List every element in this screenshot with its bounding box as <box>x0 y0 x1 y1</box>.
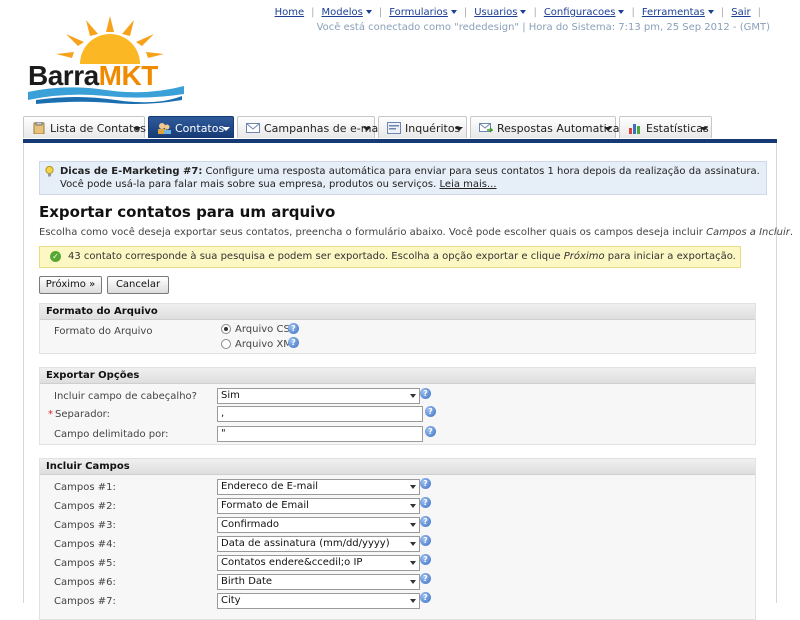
help-icon[interactable]: ? <box>288 323 299 334</box>
help-icon[interactable]: ? <box>420 388 431 399</box>
chevron-down-icon <box>700 127 708 131</box>
check-icon: ✓ <box>50 251 61 262</box>
field-row: Campos #5: Contatos endere&ccedil;o IP ? <box>40 554 755 574</box>
enclosed-row: Campo delimitado por: " ? <box>40 426 755 445</box>
chevron-down-icon <box>222 127 230 131</box>
envelope-icon <box>246 123 260 133</box>
chevron-down-icon <box>365 10 372 14</box>
field-label: Campos #7: <box>54 596 116 607</box>
help-icon[interactable]: ? <box>420 497 431 508</box>
field-row: Campos #4: Data de assinatura (mm/dd/yyy… <box>40 535 755 555</box>
main-content: Dicas de E-Marketing #7: Configure uma r… <box>23 143 793 620</box>
help-icon[interactable]: ? <box>420 516 431 527</box>
top-navigation: Home | Modelos | Formularios | Usuarios | Config… <box>274 7 761 18</box>
field-select-5[interactable]: Contatos endere&ccedil;o IP <box>217 555 420 571</box>
include-fields-section: Incluir Campos Campos #1: Endereco de E-… <box>39 458 756 620</box>
help-icon[interactable]: ? <box>420 554 431 565</box>
chevron-down-icon <box>450 10 457 14</box>
page-title: Exportar contatos para um arquivo <box>39 203 336 221</box>
export-options-section: Exportar Opções Incluir campo de cabeçal… <box>39 367 756 445</box>
field-row: Campos #3: Confirmado ? <box>40 516 755 536</box>
enclosed-input[interactable]: " <box>217 426 423 442</box>
help-icon[interactable]: ? <box>420 592 431 603</box>
next-button[interactable]: Próximo » <box>39 276 102 294</box>
section-header: Formato do Arquivo <box>40 304 755 320</box>
nav-ferramentas[interactable]: Ferramentas <box>642 7 714 18</box>
section-header: Incluir Campos <box>40 459 755 475</box>
field-select-2[interactable]: Formato de Email <box>217 498 420 514</box>
chevron-down-icon <box>410 485 416 489</box>
field-select-6[interactable]: Birth Date <box>217 574 420 590</box>
chevron-down-icon <box>133 127 141 131</box>
chevron-down-icon <box>410 580 416 584</box>
chevron-down-icon <box>604 127 612 131</box>
chevron-down-icon <box>455 127 463 131</box>
field-row: Campos #2: Formato de Email ? <box>40 497 755 517</box>
bar-chart-icon <box>629 124 640 134</box>
users-icon <box>158 123 171 134</box>
nav-formularios[interactable]: Formularios <box>389 7 457 18</box>
help-icon[interactable]: ? <box>425 426 436 437</box>
tip-banner: Dicas de E-Marketing #7: Configure uma r… <box>39 161 767 195</box>
field-row: Campos #6: Birth Date ? <box>40 573 755 593</box>
tab-estatisticas[interactable]: Estatísticas <box>619 116 712 138</box>
nav-modelos[interactable]: Modelos <box>321 7 372 18</box>
chevron-down-icon <box>410 542 416 546</box>
field-select-1[interactable]: Endereco de E-mail <box>217 479 420 495</box>
format-row: Formato do Arquivo <box>54 326 153 337</box>
nav-home[interactable]: Home <box>275 7 305 18</box>
success-notice: ✓ 43 contato corresponde à sua pesquisa … <box>39 246 741 268</box>
chevron-down-icon <box>520 10 527 14</box>
include-header-select[interactable]: Sim <box>217 388 420 404</box>
chevron-down-icon <box>410 523 416 527</box>
separator-input[interactable]: , <box>217 406 423 422</box>
chevron-down-icon <box>618 10 625 14</box>
help-icon[interactable]: ? <box>420 573 431 584</box>
cancel-button[interactable]: Cancelar <box>107 276 169 294</box>
chevron-down-icon <box>410 561 416 565</box>
chevron-down-icon <box>410 504 416 508</box>
help-icon[interactable]: ? <box>420 535 431 546</box>
tab-lista-de-contatos[interactable]: Lista de Contatos <box>23 116 146 138</box>
help-icon[interactable]: ? <box>420 478 431 489</box>
radio-xml[interactable] <box>221 339 231 349</box>
tab-contatos[interactable]: Contatos <box>148 116 234 138</box>
autoresponder-icon <box>479 123 493 133</box>
tab-inqueritos[interactable]: Inquéritos <box>378 116 467 138</box>
separator-row: * Separador: , ? <box>40 406 755 425</box>
read-more-link[interactable]: Leia mais... <box>440 179 497 190</box>
help-icon[interactable]: ? <box>288 337 299 348</box>
help-icon[interactable]: ? <box>425 406 436 417</box>
chevron-down-icon <box>410 394 416 398</box>
field-select-3[interactable]: Confirmado <box>217 517 420 533</box>
lightbulb-icon <box>45 166 54 177</box>
logo[interactable]: BarraMKT <box>26 14 186 104</box>
field-select-4[interactable]: Data de assinatura (mm/dd/yyyy) <box>217 536 420 552</box>
clipboard-icon <box>33 122 45 134</box>
nav-configuracoes[interactable]: Configuracoes <box>544 7 625 18</box>
tab-respostas-automaticas[interactable]: Respostas Automaticas <box>470 116 625 138</box>
chevron-down-icon <box>707 10 714 14</box>
chevron-down-icon <box>363 127 371 131</box>
radio-csv[interactable] <box>221 324 231 334</box>
format-section: Formato do Arquivo Formato do Arquivo Ar… <box>39 303 756 354</box>
required-marker: * <box>48 409 53 420</box>
nav-sair[interactable]: Sair <box>731 7 750 18</box>
page-description: Escolha como você deseja exportar seus c… <box>39 227 794 238</box>
nav-usuarios[interactable]: Usuarios <box>474 7 527 18</box>
form-icon <box>387 122 401 134</box>
field-row: Campos #7: City ? <box>40 592 755 612</box>
section-header: Exportar Opções <box>40 368 755 384</box>
field-select-7[interactable]: City <box>217 593 420 609</box>
include-header-row: Incluir campo de cabeçalho? Sim ? <box>40 388 755 407</box>
tab-campanhas-de-email[interactable]: Campanhas de e-mail <box>237 116 384 138</box>
login-status: Você está conectado como "rededesign" | … <box>316 22 770 33</box>
field-row: Campos #1: Endereco de E-mail ? <box>40 478 755 498</box>
